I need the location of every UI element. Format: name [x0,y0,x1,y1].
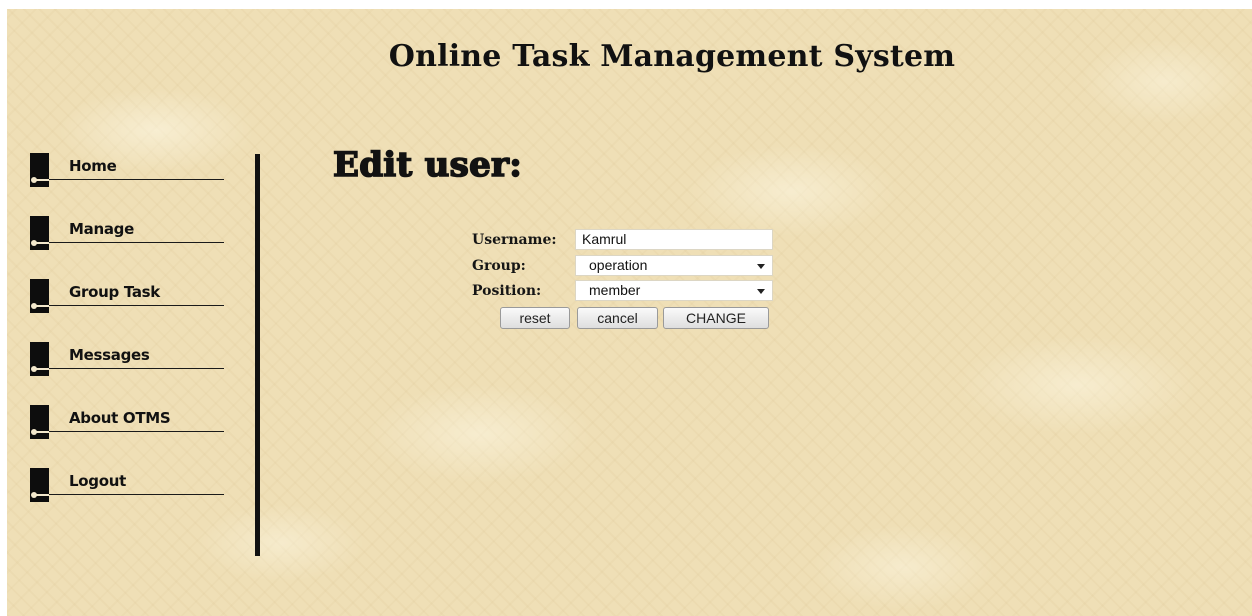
nav-underline [49,368,224,369]
username-field[interactable]: Kamrul [575,229,773,250]
sidebar-item-label[interactable]: Manage [69,220,134,238]
nav-underline [49,179,224,180]
nav-bullet-icon [30,216,49,250]
sidebar-item-label[interactable]: About OTMS [69,409,171,427]
position-selected-value: member [589,282,641,298]
change-button[interactable]: CHANGE [663,307,769,329]
sidebar-nav: Home Manage Group Task Messages About OT… [30,153,230,531]
position-select[interactable]: member [575,280,773,301]
nav-underline [49,494,224,495]
sidebar-item-label[interactable]: Logout [69,472,126,490]
vertical-divider [255,154,260,556]
site-title: Online Task Management System [388,39,956,74]
chevron-down-icon [757,264,765,269]
nav-bullet-icon [30,342,49,376]
nav-bullet-icon [30,153,49,187]
page-background: Online Task Management System Home Manag… [7,9,1252,616]
sidebar-item-logout[interactable]: Logout [30,468,230,502]
cancel-button[interactable]: cancel [577,307,658,329]
sidebar-item-label[interactable]: Group Task [69,283,160,301]
nav-bullet-icon [30,468,49,502]
nav-underline [49,242,224,243]
page-title: Edit user: [332,144,523,186]
sidebar-item-about-otms[interactable]: About OTMS [30,405,230,439]
chevron-down-icon [757,289,765,294]
sidebar-item-group-task[interactable]: Group Task [30,279,230,313]
nav-bullet-icon [30,405,49,439]
sidebar-item-manage[interactable]: Manage [30,216,230,250]
sidebar-item-label[interactable]: Home [69,157,117,175]
sidebar-item-home[interactable]: Home [30,153,230,187]
username-value: Kamrul [582,231,627,247]
sidebar-item-messages[interactable]: Messages [30,342,230,376]
sidebar-item-label[interactable]: Messages [69,346,150,364]
group-label: Group: [472,258,526,274]
username-label: Username: [472,232,557,248]
group-select[interactable]: operation [575,255,773,276]
nav-underline [49,431,224,432]
group-selected-value: operation [589,257,648,273]
reset-button[interactable]: reset [500,307,570,329]
nav-underline [49,305,224,306]
position-label: Position: [472,283,542,299]
nav-bullet-icon [30,279,49,313]
